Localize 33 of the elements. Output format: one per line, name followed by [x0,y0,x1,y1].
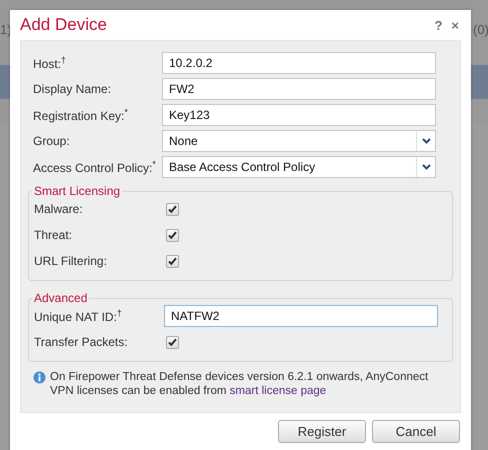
dropdown[interactable]: Base Access Control Policy [162,156,436,178]
field-label: Host:$^{†}$ [33,55,68,71]
field-label: Group: [33,134,71,148]
info-text: On Firepower Threat Defense devices version 6.2.1 onwards, AnyConnect VPN licenses can be enabled from smart license page [50,370,430,398]
field-label: Display Name: [33,82,112,96]
checkbox[interactable] [166,336,179,348]
info-icon [33,371,46,384]
dialog-button[interactable]: Cancel [372,420,460,443]
text-input[interactable]: FW2 [162,78,436,100]
help-button[interactable]: ? [434,18,442,32]
text-input[interactable]: Key123 [162,104,436,126]
chevron-down-icon [422,164,430,170]
fieldset-legend: Advanced [32,291,90,305]
fieldset-legend: Smart Licensing [32,184,122,198]
close-button[interactable]: × [451,18,459,32]
field-label: Registration Key:$^{*}$ [33,107,129,123]
text-input[interactable]: 10.2.0.2 [162,52,436,74]
checkbox[interactable] [166,228,179,242]
field-label: Malware: [34,202,84,216]
license-link[interactable]: smart license page [230,385,326,397]
field-label: Threat: [34,228,74,242]
text-input[interactable]: NATFW2 [164,305,438,327]
dialog-title: Add Device [20,15,108,35]
chevron-down-icon [422,138,430,144]
dropdown[interactable]: None [162,130,436,152]
dialog-button[interactable]: Register [278,420,366,443]
field-label: Unique NAT ID:$^{†}$ [34,308,123,324]
checkbox[interactable] [166,202,179,216]
field-label: Access Control Policy:$^{*}$ [33,159,157,175]
background-text: (0) [473,22,488,37]
field-label: Transfer Packets: [34,335,129,349]
field-label: URL Filtering: [34,254,108,268]
checkbox[interactable] [166,254,179,268]
